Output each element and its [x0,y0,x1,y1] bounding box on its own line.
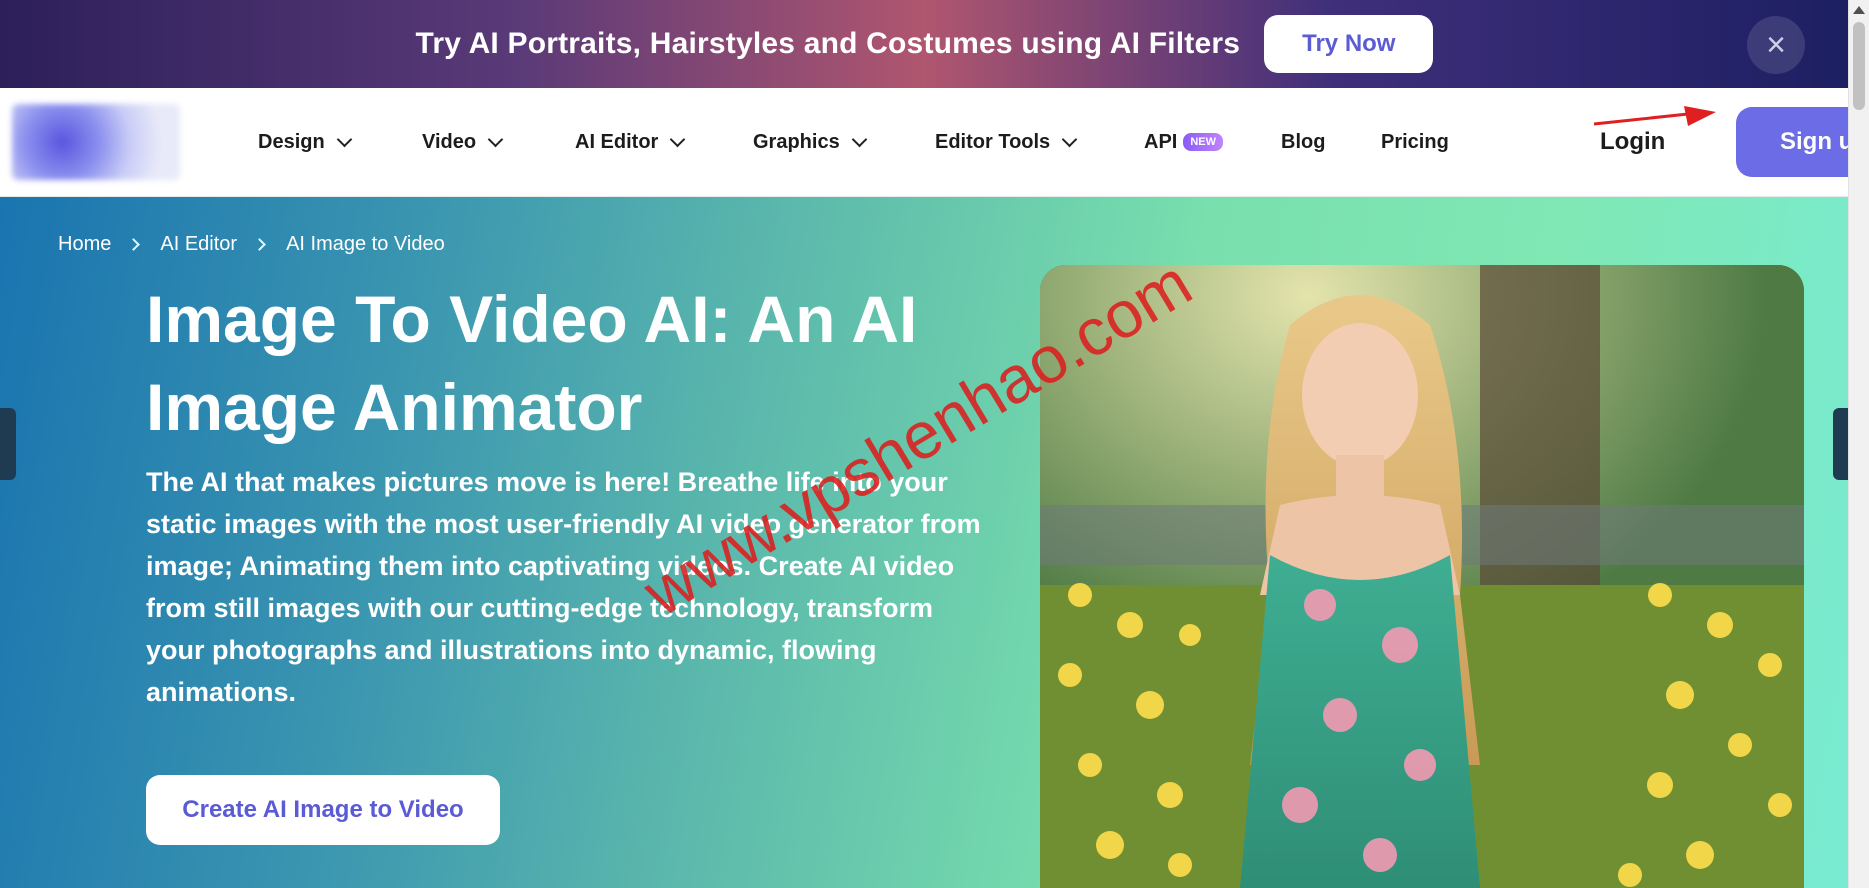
breadcrumb-home[interactable]: Home [58,233,111,256]
breadcrumb: Home AI Editor AI Image to Video [58,233,445,256]
promo-banner: Try AI Portraits, Hairstyles and Costume… [0,0,1849,88]
nav-item-label: API [1144,130,1178,153]
chevron-down-icon [487,131,504,147]
chevron-down-icon [336,131,352,147]
hero-section: Home AI Editor AI Image to Video Image T… [0,197,1849,888]
nav-item-ai-editor[interactable]: AI Editor [575,88,686,196]
nav-item-design[interactable]: Design [258,88,352,196]
close-icon[interactable]: × [1747,16,1805,74]
new-badge: NEW [1183,133,1224,151]
annotation-arrow-icon [1593,106,1716,126]
nav-item-label: Graphics [753,130,840,153]
nav-item-graphics[interactable]: Graphics [753,88,867,196]
nav-item-label: AI Editor [575,130,659,153]
hero-image [1040,265,1804,888]
chevron-down-icon [1061,131,1078,147]
page-scrollbar[interactable] [1848,0,1869,888]
chevron-down-icon [851,131,867,147]
chevron-right-icon [253,238,266,251]
breadcrumb-current: AI Image to Video [286,233,445,255]
sign-up-button[interactable]: Sign up [1736,107,1849,177]
scroll-up-arrow-icon[interactable] [1853,6,1865,14]
try-now-button[interactable]: Try Now [1264,15,1434,73]
login-link[interactable]: Login [1600,88,1665,196]
create-ai-image-to-video-button[interactable]: Create AI Image to Video [146,775,500,845]
breadcrumb-ai-editor[interactable]: AI Editor [160,233,237,256]
nav-item-video[interactable]: Video [422,88,504,196]
portrait-illustration [1040,265,1804,888]
nav-item-label: Video [422,130,477,153]
nav-item-blog[interactable]: Blog [1281,88,1325,196]
promo-text: Try AI Portraits, Hairstyles and Costume… [415,27,1241,60]
nav-item-pricing[interactable]: Pricing [1381,88,1449,196]
nav-item-label: Editor Tools [935,130,1051,153]
brand-logo[interactable] [12,104,180,180]
nav-item-label: Design [258,130,325,153]
nav-item-editor-tools[interactable]: Editor Tools [935,88,1078,196]
side-tab-left[interactable] [0,408,16,480]
nav-item-api[interactable]: API NEW [1144,88,1224,196]
chevron-right-icon [127,238,141,251]
scrollbar-thumb[interactable] [1853,22,1865,110]
chevron-down-icon [670,131,686,147]
top-navigation: Design Video AI Editor Graphics Editor T… [0,88,1849,197]
side-tab-right[interactable] [1833,408,1849,480]
